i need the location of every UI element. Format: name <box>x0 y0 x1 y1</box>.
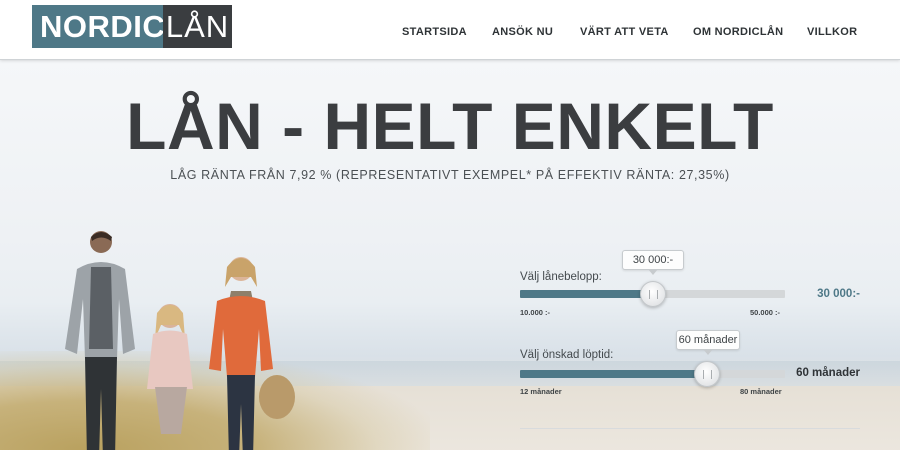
nav-item-vart-att-veta[interactable]: VÄRT ATT VETA <box>580 26 669 38</box>
site-header: NORDIC LÅN STARTSIDA ANSÖK NU VÄRT ATT V… <box>0 0 900 60</box>
calculator-divider <box>520 428 860 429</box>
main-nav: STARTSIDA ANSÖK NU VÄRT ATT VETA OM NORD… <box>0 26 900 40</box>
nav-item-villkor[interactable]: VILLKOR <box>807 26 857 38</box>
loan-calculator: 30 000:- Välj lånebelopp: 30 000:- 10.00… <box>520 250 880 450</box>
amount-max-label: 50.000 :- <box>750 308 781 317</box>
family-photo <box>65 231 295 450</box>
term-tooltip: 60 månader <box>676 330 740 355</box>
term-slider-fill <box>520 370 707 378</box>
amount-value: 30 000:- <box>817 288 860 300</box>
nav-item-startsida[interactable]: STARTSIDA <box>402 26 467 38</box>
term-label: Välj önskad löptid: <box>520 349 614 361</box>
term-max-label: 80 månader <box>740 387 782 396</box>
nav-item-om-nordiclan[interactable]: OM NORDICLÅN <box>693 26 783 38</box>
term-slider-handle[interactable] <box>694 361 720 387</box>
hero-subtitle: LÅG RÄNTA FRÅN 7,92 % (REPRESENTATIVT EX… <box>170 168 730 182</box>
hero-title: LÅN - HELT ENKELT <box>126 89 774 163</box>
amount-slider-handle[interactable] <box>640 281 666 307</box>
amount-label: Välj lånebelopp: <box>520 271 602 283</box>
amount-slider-fill <box>520 290 653 298</box>
term-value: 60 månader <box>796 367 860 379</box>
nav-item-ansok-nu[interactable]: ANSÖK NU <box>492 26 553 38</box>
term-slider-track[interactable] <box>520 370 785 378</box>
amount-tooltip: 30 000:- <box>622 250 684 275</box>
amount-min-label: 10.000 :- <box>520 308 551 317</box>
term-min-label: 12 månader <box>520 387 562 396</box>
